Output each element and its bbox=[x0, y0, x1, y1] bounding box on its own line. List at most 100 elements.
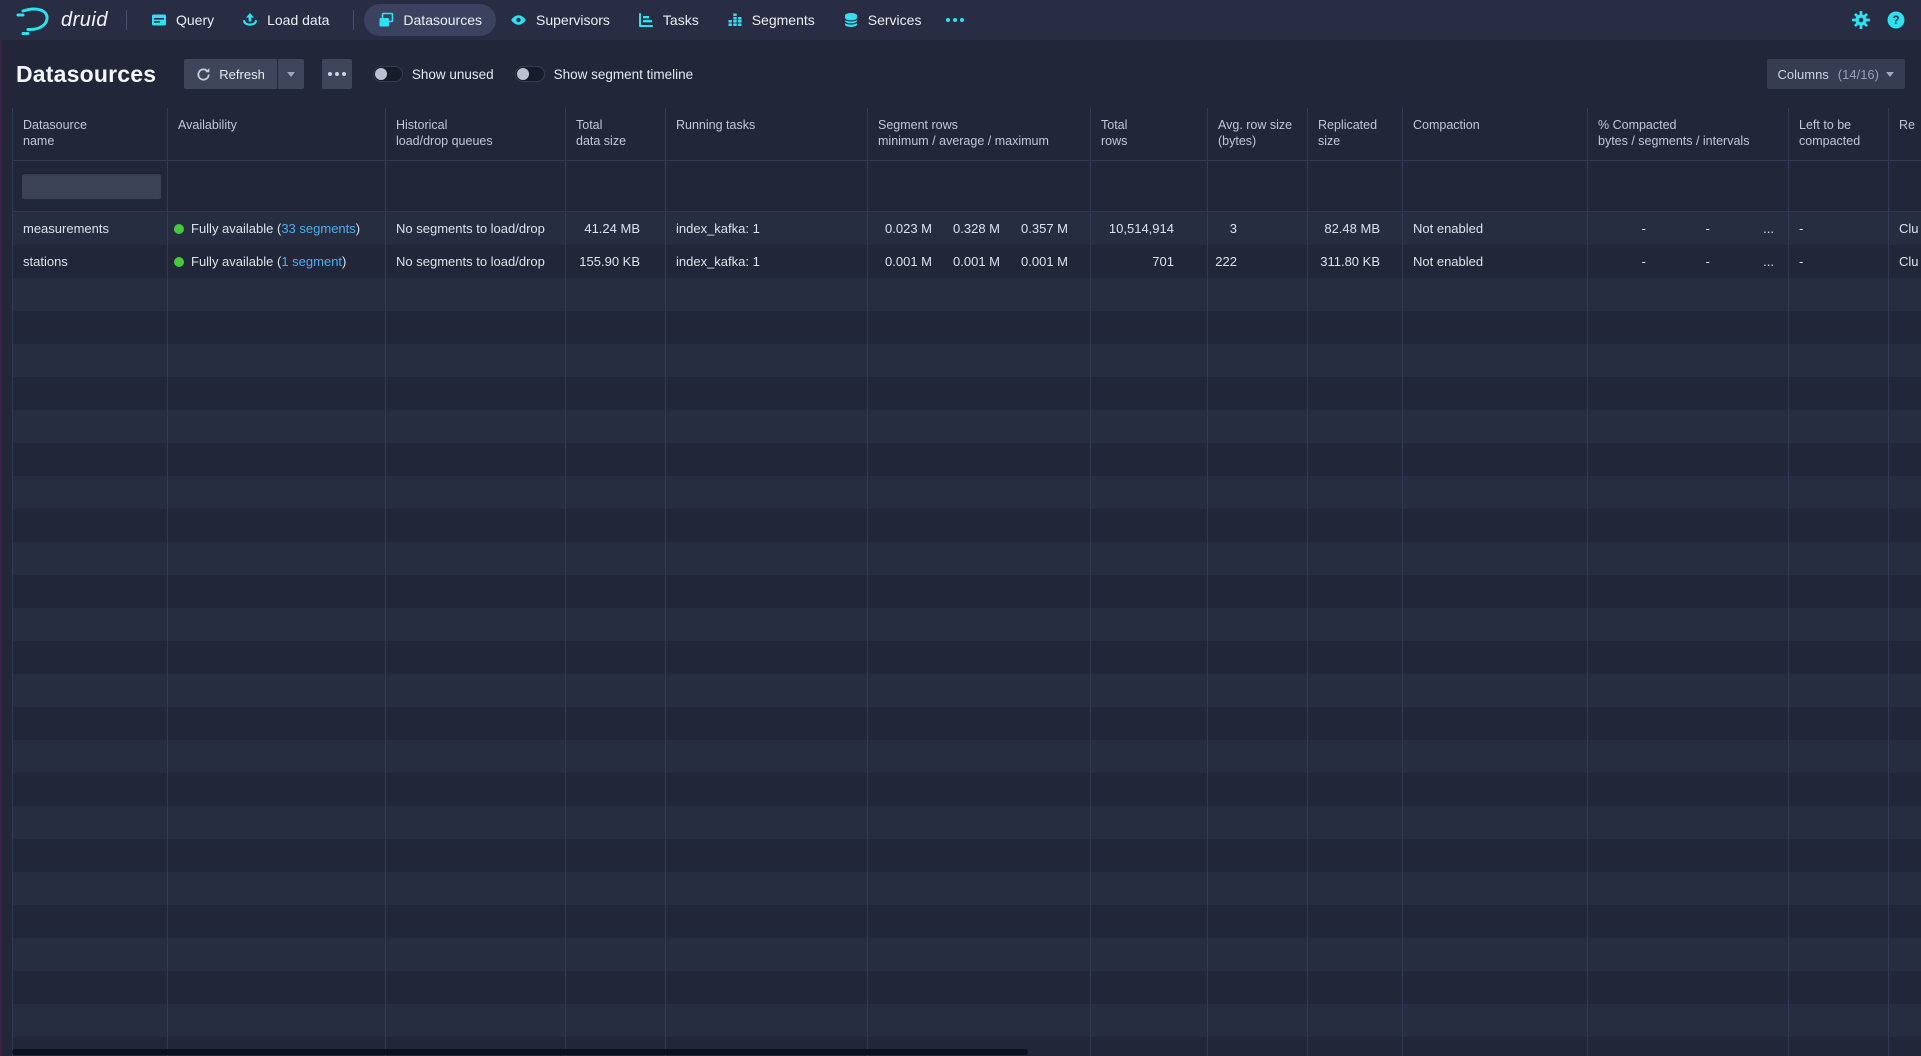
empty-cell bbox=[1091, 905, 1208, 938]
segments-link[interactable]: 33 segments bbox=[281, 221, 355, 236]
empty-cell bbox=[168, 806, 386, 839]
empty-cell bbox=[868, 476, 1091, 509]
column-header[interactable]: Avg. row size(bytes) bbox=[1208, 108, 1308, 160]
empty-cell bbox=[168, 377, 386, 410]
empty-cell bbox=[566, 476, 666, 509]
empty-cell bbox=[868, 1004, 1091, 1037]
show-unused-toggle[interactable] bbox=[373, 66, 403, 82]
empty-cell bbox=[1308, 542, 1403, 575]
empty-cell bbox=[1789, 773, 1889, 806]
column-header[interactable]: Totaldata size bbox=[566, 108, 666, 160]
refresh-button[interactable]: Refresh bbox=[184, 59, 277, 89]
column-header[interactable]: Totalrows bbox=[1091, 108, 1208, 160]
empty-cell bbox=[1208, 905, 1308, 938]
empty-table-row bbox=[13, 938, 1921, 971]
column-header[interactable]: Datasourcename bbox=[13, 108, 168, 160]
empty-cell bbox=[13, 608, 168, 641]
empty-cell bbox=[1403, 377, 1588, 410]
column-header-line: (bytes) bbox=[1218, 133, 1307, 149]
empty-cell bbox=[1208, 839, 1308, 872]
column-header[interactable]: Left to becompacted bbox=[1789, 108, 1889, 160]
column-header[interactable]: Availability bbox=[168, 108, 386, 160]
empty-table-row bbox=[13, 806, 1921, 839]
empty-table-row bbox=[13, 509, 1921, 542]
nav-item-query[interactable]: Query bbox=[137, 4, 228, 36]
horizontal-scrollbar-thumb[interactable] bbox=[12, 1049, 1028, 1055]
empty-table-row bbox=[13, 905, 1921, 938]
column-header-line: Re bbox=[1899, 117, 1921, 133]
empty-cell bbox=[1889, 410, 1921, 443]
empty-cell bbox=[1091, 1004, 1208, 1037]
columns-dropdown-button[interactable]: Columns (14/16) bbox=[1767, 59, 1906, 89]
empty-cell bbox=[1208, 377, 1308, 410]
nav-more-button[interactable] bbox=[935, 17, 975, 23]
segment-rows-value: 0.001 M bbox=[874, 254, 932, 269]
empty-cell bbox=[1308, 311, 1403, 344]
empty-cell bbox=[168, 344, 386, 377]
empty-table-row bbox=[13, 344, 1921, 377]
nav-item-tasks[interactable]: Tasks bbox=[624, 4, 713, 36]
empty-cell bbox=[386, 806, 566, 839]
empty-cell bbox=[1308, 938, 1403, 971]
datasources-table: DatasourcenameAvailabilityHistoricalload… bbox=[12, 108, 1921, 1056]
nav-item-supervisors[interactable]: Supervisors bbox=[496, 4, 624, 36]
more-icon bbox=[328, 72, 346, 76]
empty-cell bbox=[666, 608, 868, 641]
druid-logo[interactable]: druid bbox=[14, 5, 108, 35]
empty-table-row bbox=[13, 674, 1921, 707]
toolbar-more-button[interactable] bbox=[322, 59, 352, 89]
empty-cell bbox=[1789, 344, 1889, 377]
empty-cell bbox=[13, 773, 168, 806]
empty-cell bbox=[1208, 542, 1308, 575]
column-header[interactable]: Running tasks bbox=[666, 108, 868, 160]
empty-cell bbox=[1588, 773, 1789, 806]
empty-cell bbox=[566, 608, 666, 641]
column-header[interactable]: % Compactedbytes / segments / intervals bbox=[1588, 108, 1789, 160]
show-segment-timeline-toggle[interactable] bbox=[515, 66, 545, 82]
gear-icon bbox=[1852, 11, 1870, 29]
empty-cell bbox=[566, 575, 666, 608]
empty-cell bbox=[1889, 872, 1921, 905]
empty-cell bbox=[1889, 344, 1921, 377]
column-header[interactable]: Replicatedsize bbox=[1308, 108, 1403, 160]
empty-cell bbox=[13, 905, 168, 938]
empty-table-row bbox=[13, 311, 1921, 344]
settings-button[interactable] bbox=[1852, 11, 1870, 29]
empty-cell bbox=[666, 377, 868, 410]
column-header[interactable]: Historicalload/drop queues bbox=[386, 108, 566, 160]
empty-cell bbox=[1789, 575, 1889, 608]
nav-item-label: Services bbox=[868, 12, 922, 28]
empty-cell bbox=[386, 311, 566, 344]
replicated-size-cell: 311.80 KB bbox=[1308, 245, 1403, 278]
datasource-name-cell[interactable]: stations bbox=[13, 245, 168, 278]
empty-cell bbox=[566, 806, 666, 839]
refresh-interval-dropdown[interactable] bbox=[278, 59, 304, 89]
empty-cell bbox=[1588, 1037, 1789, 1056]
column-header[interactable]: Re bbox=[1889, 108, 1921, 160]
empty-cell bbox=[566, 839, 666, 872]
column-header[interactable]: Compaction bbox=[1403, 108, 1588, 160]
nav-item-load-data[interactable]: Load data bbox=[228, 4, 343, 36]
empty-cell bbox=[1091, 344, 1208, 377]
empty-cell bbox=[1308, 443, 1403, 476]
datasource-name-filter-input[interactable] bbox=[21, 173, 162, 200]
empty-cell bbox=[1308, 872, 1403, 905]
empty-cell bbox=[1403, 641, 1588, 674]
column-header[interactable]: Segment rowsminimum / average / maximum bbox=[868, 108, 1091, 160]
empty-cell bbox=[1308, 344, 1403, 377]
nav-item-services[interactable]: Services bbox=[829, 4, 936, 36]
empty-cell bbox=[168, 872, 386, 905]
empty-cell bbox=[1789, 377, 1889, 410]
segments-link[interactable]: 1 segment bbox=[281, 254, 342, 269]
empty-cell bbox=[1889, 443, 1921, 476]
nav-item-segments[interactable]: Segments bbox=[713, 4, 829, 36]
show-unused-label: Show unused bbox=[412, 67, 494, 82]
empty-cell bbox=[386, 641, 566, 674]
empty-cell bbox=[1889, 311, 1921, 344]
datasource-name-cell[interactable]: measurements bbox=[13, 212, 168, 245]
empty-cell bbox=[168, 278, 386, 311]
nav-item-datasources[interactable]: Datasources bbox=[364, 4, 496, 36]
empty-cell bbox=[13, 278, 168, 311]
filter-cell bbox=[13, 161, 168, 211]
help-button[interactable]: ? bbox=[1887, 11, 1905, 29]
